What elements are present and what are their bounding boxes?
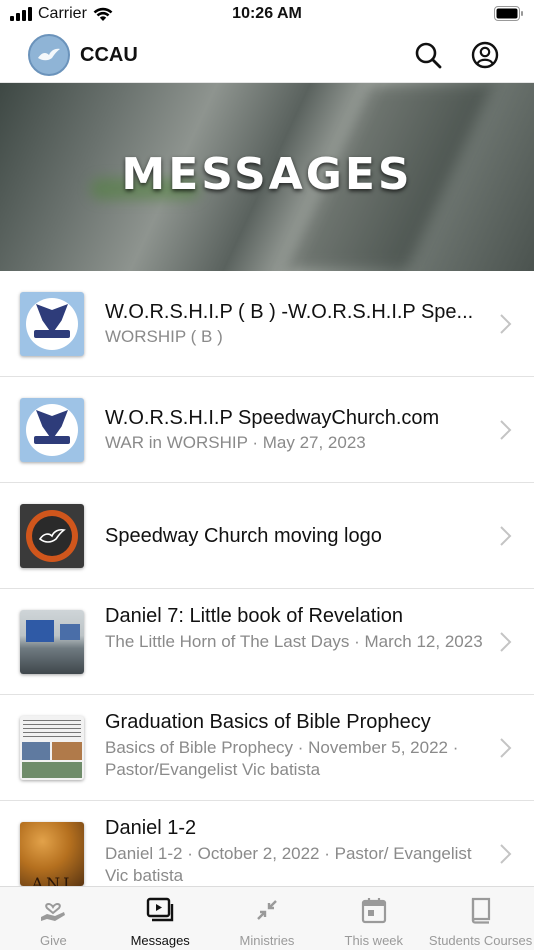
chevron-right-icon bbox=[500, 844, 512, 864]
message-item[interactable]: Speedway Church moving logo bbox=[0, 483, 534, 589]
tab-bar: Give Messages Ministries This week Stude… bbox=[0, 886, 534, 950]
worship-logo bbox=[26, 404, 78, 456]
tab-label: Messages bbox=[130, 933, 190, 948]
status-time: 10:26 AM bbox=[232, 5, 302, 22]
give-icon bbox=[41, 903, 66, 921]
worship-logo bbox=[26, 298, 78, 350]
messages-icon bbox=[146, 897, 174, 922]
ministries-icon bbox=[257, 900, 277, 920]
message-list: W.O.R.S.H.I.P ( B ) -W.O.R.S.H.I.P Spe..… bbox=[0, 271, 534, 886]
message-thumbnail bbox=[20, 398, 84, 462]
message-thumbnail bbox=[20, 716, 84, 780]
chevron-right-icon bbox=[500, 526, 512, 546]
message-subtitle: Basics of Bible Prophecy · November 5, 2… bbox=[105, 738, 459, 779]
message-subtitle: The Little Horn of The Last Days · March… bbox=[105, 632, 483, 651]
book-cover-text: ANI bbox=[31, 874, 73, 886]
tab-give[interactable]: Give bbox=[0, 887, 107, 950]
app-logo[interactable] bbox=[28, 34, 70, 76]
tab-label: Ministries bbox=[239, 933, 295, 948]
sanctuary-photo bbox=[60, 624, 80, 640]
message-thumbnail bbox=[20, 292, 84, 356]
chevron-right-icon bbox=[500, 314, 512, 334]
sanctuary-photo bbox=[26, 620, 54, 642]
calendar-icon bbox=[361, 898, 386, 924]
church-logo bbox=[26, 510, 78, 562]
message-title: Daniel 1-2 bbox=[105, 817, 197, 839]
message-item[interactable]: Daniel 7: Little book of Revelation The … bbox=[0, 589, 534, 695]
battery-icon bbox=[494, 6, 523, 21]
status-bar: Carrier 10:26 AM bbox=[0, 0, 534, 28]
account-icon[interactable] bbox=[470, 40, 500, 70]
message-item[interactable]: W.O.R.S.H.I.P ( B ) -W.O.R.S.H.I.P Spe..… bbox=[0, 271, 534, 377]
chevron-right-icon bbox=[500, 420, 512, 440]
message-subtitle: WAR in WORSHIP · May 27, 2023 bbox=[105, 433, 366, 452]
message-title: Graduation Basics of Bible Prophecy bbox=[105, 711, 431, 733]
app-header: CCAU bbox=[0, 28, 534, 83]
message-subtitle: Daniel 1-2 · October 2, 2022 · Pastor/ E… bbox=[105, 844, 472, 885]
message-title: W.O.R.S.H.I.P SpeedwayChurch.com bbox=[105, 407, 440, 429]
message-subtitle: WORSHIP ( B ) bbox=[105, 327, 223, 346]
tab-this-week[interactable]: This week bbox=[320, 887, 427, 950]
message-thumbnail bbox=[20, 610, 84, 674]
tab-label: This week bbox=[344, 933, 404, 948]
message-item[interactable]: Graduation Basics of Bible Prophecy Basi… bbox=[0, 695, 534, 801]
book-icon bbox=[471, 897, 490, 924]
dove-icon bbox=[38, 528, 66, 543]
message-title: W.O.R.S.H.I.P ( B ) -W.O.R.S.H.I.P Spe..… bbox=[105, 301, 474, 323]
message-title: Speedway Church moving logo bbox=[105, 525, 382, 547]
search-icon[interactable] bbox=[413, 40, 443, 70]
chevron-right-icon bbox=[500, 632, 512, 652]
tab-messages[interactable]: Messages bbox=[107, 887, 214, 950]
message-title: Daniel 7: Little book of Revelation bbox=[105, 605, 403, 627]
tab-label: Students Courses bbox=[428, 933, 533, 948]
message-thumbnail bbox=[20, 504, 84, 568]
message-thumbnail: ANI bbox=[20, 822, 84, 886]
hero-banner: MESSAGES bbox=[0, 83, 534, 271]
message-item[interactable]: W.O.R.S.H.I.P SpeedwayChurch.com WAR in … bbox=[0, 377, 534, 483]
app-title: CCAU bbox=[80, 44, 138, 66]
chevron-right-icon bbox=[500, 738, 512, 758]
hero-title: MESSAGES bbox=[121, 149, 413, 200]
dove-icon bbox=[38, 48, 60, 61]
message-item[interactable]: ANI Daniel 1-2 Daniel 1-2 · October 2, 2… bbox=[0, 801, 534, 886]
tab-students-courses[interactable]: Students Courses bbox=[427, 887, 534, 950]
tab-label: Give bbox=[40, 933, 67, 948]
tab-ministries[interactable]: Ministries bbox=[214, 887, 321, 950]
